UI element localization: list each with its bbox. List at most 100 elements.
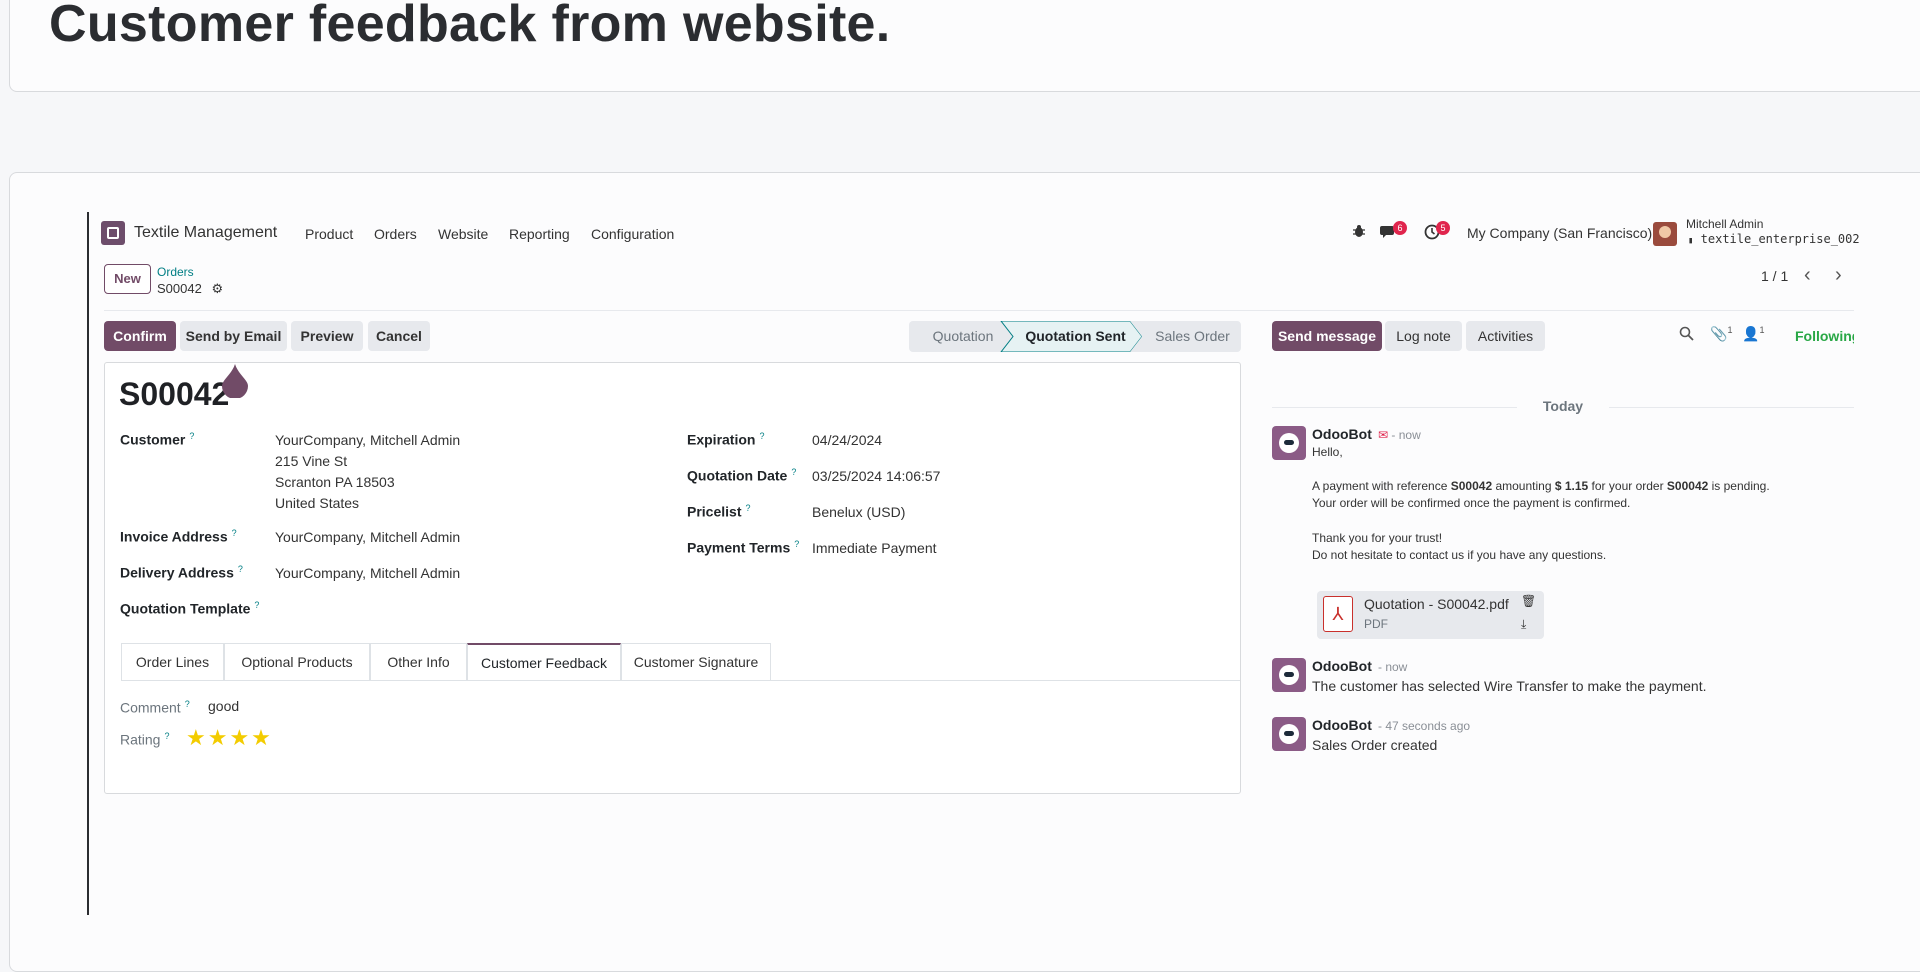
envelope-icon[interactable]: ✉ [1378, 428, 1388, 442]
breadcrumb-current: S00042 ⚙ [157, 281, 224, 296]
database-icon: ▮ [1688, 236, 1694, 246]
invoice-address-label: Invoice Address? [120, 528, 237, 545]
tabs-divider [121, 680, 1240, 681]
message-meta: - 47 seconds ago [1378, 719, 1471, 733]
message-thanks-line: Thank you for your trust! [1312, 531, 1443, 545]
help-mark[interactable]: ? [759, 431, 764, 441]
page-title: Customer feedback from website. [49, 0, 891, 53]
user-avatar[interactable] [1653, 222, 1677, 246]
rating-label: Rating? [120, 731, 170, 748]
pdf-icon: ⅄ [1323, 596, 1353, 632]
tab-other-info[interactable]: Other Info [370, 643, 467, 681]
log-note-button[interactable]: Log note [1385, 321, 1462, 351]
new-button[interactable]: New [104, 264, 151, 294]
message-author[interactable]: OdooBot [1312, 658, 1372, 674]
tab-customer-signature[interactable]: Customer Signature [621, 643, 771, 681]
help-mark[interactable]: ? [189, 431, 194, 441]
cancel-button[interactable]: Cancel [368, 321, 430, 351]
stage-sales-order[interactable]: Sales Order [1144, 321, 1241, 352]
tab-optional-products[interactable]: Optional Products [224, 643, 370, 681]
app-name[interactable]: Textile Management [134, 224, 277, 242]
user-icon: 👤 [1742, 325, 1760, 342]
comment-label: Comment? [120, 699, 190, 716]
control-panel-divider [104, 310, 1854, 311]
message-confirm-line: Your order will be confirmed once the pa… [1312, 496, 1631, 510]
message-meta: ✉ - now [1378, 428, 1421, 442]
attachments-counter[interactable]: 📎1 [1710, 325, 1732, 343]
expiration-value[interactable]: 04/24/2024 [812, 430, 882, 451]
preview-button[interactable]: Preview [291, 321, 363, 351]
pricelist-value[interactable]: Benelux (USD) [812, 502, 905, 523]
message-body: The customer has selected Wire Transfer … [1312, 678, 1707, 694]
confirm-button[interactable]: Confirm [104, 321, 176, 351]
help-mark[interactable]: ? [164, 731, 169, 741]
trash-icon[interactable]: 🗑 [1521, 594, 1536, 608]
comment-value[interactable]: good [208, 696, 239, 717]
help-mark[interactable]: ? [791, 467, 796, 477]
cursor-drop-icon [222, 364, 248, 398]
customer-label: Customer? [120, 431, 195, 448]
payment-terms-value[interactable]: Immediate Payment [812, 538, 937, 559]
activities-button[interactable]: Activities [1466, 321, 1545, 351]
menu-orders[interactable]: Orders [374, 226, 417, 242]
gear-icon[interactable]: ⚙ [211, 281, 223, 296]
message-author[interactable]: OdooBot [1312, 426, 1372, 442]
send-by-email-button[interactable]: Send by Email [180, 321, 287, 351]
user-name[interactable]: Mitchell Admin [1686, 217, 1763, 231]
delivery-address-value[interactable]: YourCompany, Mitchell Admin [275, 563, 460, 584]
date-separator: Today [1272, 398, 1854, 414]
help-mark[interactable]: ? [238, 564, 243, 574]
attachment-name[interactable]: Quotation - S00042.pdf [1364, 596, 1509, 613]
pricelist-label: Pricelist? [687, 503, 751, 520]
help-mark[interactable]: ? [232, 528, 237, 538]
quotation-template-label: Quotation Template? [120, 600, 260, 617]
company-switcher[interactable]: My Company (San Francisco) [1467, 225, 1652, 241]
menu-configuration[interactable]: Configuration [591, 226, 674, 242]
download-icon[interactable]: ⤓ [1521, 617, 1526, 632]
odoobot-avatar[interactable] [1272, 717, 1306, 751]
stage-quotation-sent[interactable]: Quotation Sent [1013, 321, 1138, 352]
payment-terms-label: Payment Terms? [687, 539, 800, 556]
following-button[interactable]: Following [1795, 328, 1854, 344]
app-logo-icon[interactable] [101, 221, 125, 245]
quotation-date-label: Quotation Date? [687, 467, 797, 484]
paperclip-icon: 📎 [1710, 325, 1728, 342]
pager-value[interactable]: 1 / 1 [1761, 268, 1788, 284]
pager-next-icon[interactable]: › [1835, 264, 1842, 287]
message-contact-line: Do not hesitate to contact us if you hav… [1312, 548, 1607, 562]
tab-order-lines[interactable]: Order Lines [121, 643, 224, 681]
record-name: S00042 [119, 376, 230, 412]
tab-customer-feedback[interactable]: Customer Feedback [467, 643, 621, 681]
breadcrumb-orders[interactable]: Orders [157, 265, 194, 279]
delivery-address-label: Delivery Address? [120, 564, 243, 581]
followers-counter[interactable]: 👤1 [1742, 325, 1764, 343]
help-mark[interactable]: ? [745, 503, 750, 513]
help-mark[interactable]: ? [185, 699, 190, 709]
database-name: ▮ textile_enterprise_002 [1688, 232, 1860, 246]
menu-reporting[interactable]: Reporting [509, 226, 570, 242]
attachment-type: PDF [1364, 617, 1388, 631]
rating-stars[interactable]: ★★★★ [186, 725, 273, 751]
expiration-label: Expiration? [687, 431, 765, 448]
message-author[interactable]: OdooBot [1312, 717, 1372, 733]
screenshot-edge [87, 212, 89, 915]
menu-product[interactable]: Product [305, 226, 353, 242]
odoobot-avatar[interactable] [1272, 658, 1306, 692]
help-mark[interactable]: ? [254, 600, 259, 610]
debug-bug-icon[interactable] [1352, 224, 1366, 241]
menu-website[interactable]: Website [438, 226, 488, 242]
message-payment-line: A payment with reference S00042 amountin… [1312, 479, 1770, 493]
search-icon[interactable] [1679, 326, 1694, 344]
activities-badge: 5 [1436, 221, 1450, 235]
pager-previous-icon[interactable]: ‹ [1804, 264, 1811, 287]
invoice-address-value[interactable]: YourCompany, Mitchell Admin [275, 527, 460, 548]
stage-quotation[interactable]: Quotation [913, 321, 1013, 352]
message-meta: - now [1378, 660, 1408, 674]
help-mark[interactable]: ? [794, 539, 799, 549]
send-message-button[interactable]: Send message [1272, 321, 1382, 351]
messages-badge: 6 [1393, 221, 1407, 235]
customer-value[interactable]: YourCompany, Mitchell Admin 215 Vine St … [275, 430, 460, 514]
quotation-date-value[interactable]: 03/25/2024 14:06:57 [812, 466, 940, 487]
odoobot-avatar[interactable] [1272, 426, 1306, 460]
message-greeting: Hello, [1312, 445, 1343, 459]
